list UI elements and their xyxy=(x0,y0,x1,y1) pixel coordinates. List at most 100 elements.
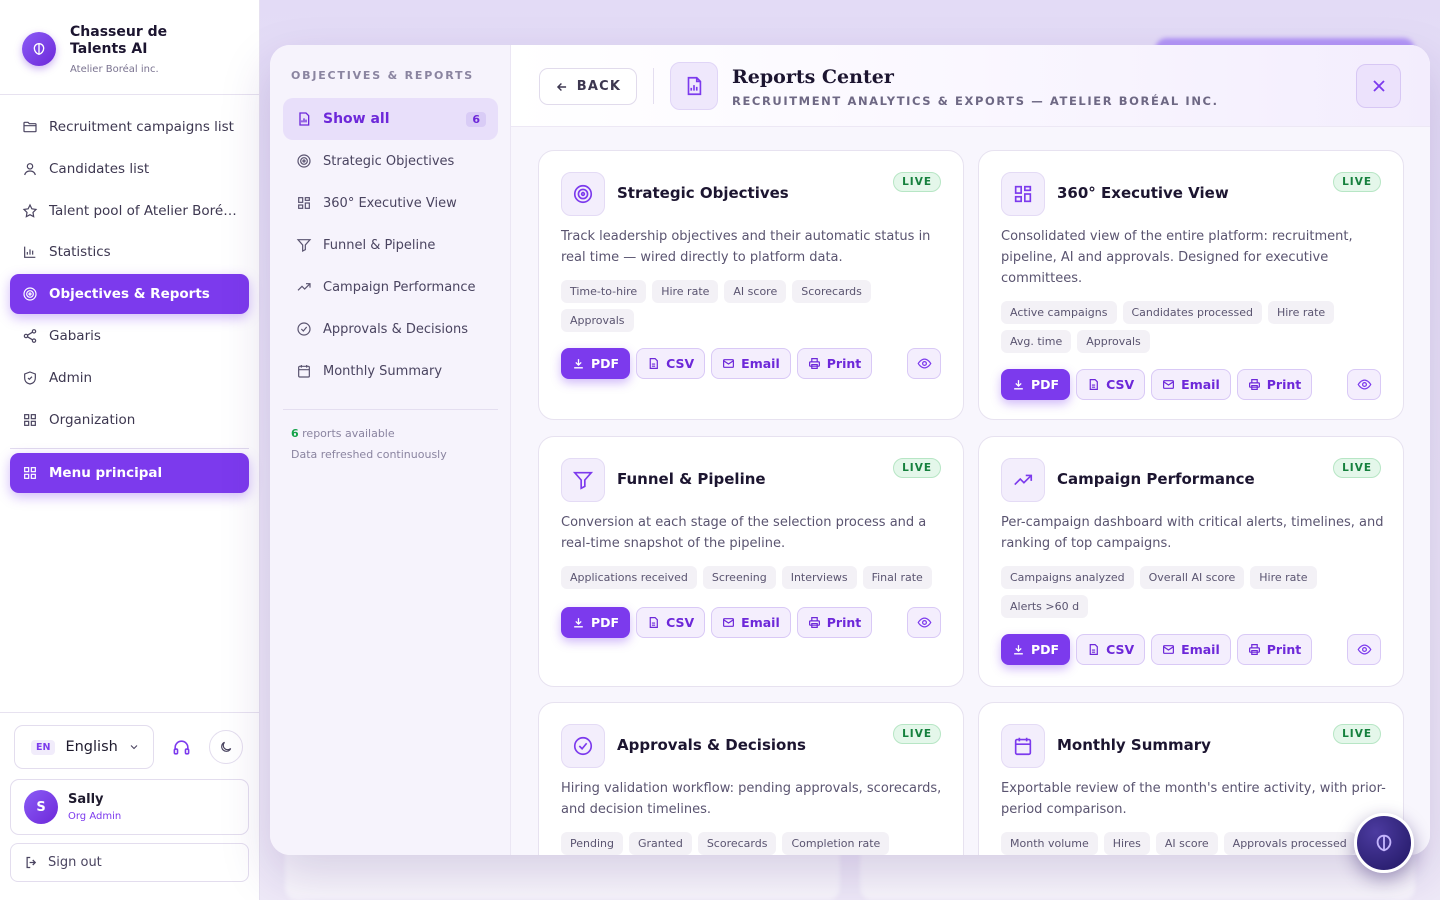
category-approvals-decisions[interactable]: Approvals & Decisions xyxy=(283,308,498,350)
export-pdf-button[interactable]: PDF xyxy=(561,607,631,638)
reports-category-nav: OBJECTIVES & REPORTS Show all 6 Strategi… xyxy=(270,45,511,855)
close-button[interactable] xyxy=(1356,64,1401,108)
pdf-label: PDF xyxy=(591,615,620,630)
category-executive-view[interactable]: 360° Executive View xyxy=(283,182,498,224)
sidebar-item-organization[interactable]: Organization xyxy=(10,400,249,440)
metric-tag: Applications received xyxy=(561,566,697,589)
report-card-monthly-summary: Monthly Summary LIVE Exportable review o… xyxy=(978,702,1404,855)
modal-header: BACK Reports Center RECRUITMENT ANALYTIC… xyxy=(511,45,1430,127)
preview-button[interactable] xyxy=(1347,369,1381,400)
print-button[interactable]: Print xyxy=(796,607,873,638)
brand-title: Chasseur de Talents AI xyxy=(70,24,168,57)
eye-icon xyxy=(917,358,931,369)
sidebar-item-objectives-reports[interactable]: Objectives & Reports xyxy=(10,274,249,315)
card-title: Funnel & Pipeline xyxy=(617,470,766,488)
language-selector[interactable]: EN English xyxy=(14,725,154,769)
card-description: Consolidated view of the entire platform… xyxy=(1001,229,1353,286)
metric-tag: Approvals xyxy=(561,309,634,332)
send-email-button[interactable]: Email xyxy=(711,607,791,638)
arrow-left-icon xyxy=(556,82,566,91)
app-sidebar: Chasseur de Talents AI Atelier Boréal in… xyxy=(0,0,260,900)
metric-tag: Hire rate xyxy=(652,280,719,303)
metric-tag: Candidates processed xyxy=(1122,301,1262,324)
mail-icon xyxy=(723,618,735,627)
export-csv-button[interactable]: CSV xyxy=(636,348,706,379)
send-email-button[interactable]: Email xyxy=(711,348,791,379)
send-email-button[interactable]: Email xyxy=(1151,634,1231,665)
export-pdf-button[interactable]: PDF xyxy=(1001,369,1071,400)
export-pdf-button[interactable]: PDF xyxy=(1001,634,1071,665)
share-icon xyxy=(23,329,37,343)
category-show-all[interactable]: Show all 6 xyxy=(283,98,498,140)
sidebar-item-label: Objectives & Reports xyxy=(49,286,210,303)
sign-out-button[interactable]: Sign out xyxy=(10,843,249,882)
reports-count: 6 xyxy=(291,427,299,440)
dark-mode-toggle[interactable] xyxy=(209,730,243,764)
sidebar-item-candidates[interactable]: Candidates list xyxy=(10,149,249,189)
send-email-button[interactable]: Email xyxy=(1151,369,1231,400)
file-chart-icon xyxy=(299,112,310,126)
sidebar-item-gabaris[interactable]: Gabaris xyxy=(10,316,249,356)
printer-icon xyxy=(1248,379,1260,390)
print-button[interactable]: Print xyxy=(1236,369,1313,400)
sidebar-item-statistics[interactable]: Statistics xyxy=(10,232,249,272)
sidebar-item-recruitment-campaigns[interactable]: Recruitment campaigns list xyxy=(10,107,249,147)
language-label: English xyxy=(65,739,118,755)
card-tags: Pending Granted Scorecards Completion ra… xyxy=(561,832,946,855)
printer-icon xyxy=(808,617,820,628)
email-label: Email xyxy=(1181,642,1220,657)
support-button[interactable] xyxy=(164,730,198,764)
moon-icon xyxy=(221,741,232,752)
sidebar-item-talent-pool[interactable]: Talent pool of Atelier Boré… xyxy=(10,191,249,231)
metric-tag: Scorecards xyxy=(697,832,777,855)
csv-label: CSV xyxy=(1106,642,1135,657)
trending-up-icon xyxy=(297,283,311,291)
download-icon xyxy=(1014,380,1023,390)
user-profile-card[interactable]: S Sally Org Admin xyxy=(10,779,249,835)
sidebar-item-admin[interactable]: Admin xyxy=(10,358,249,398)
metric-tag: Approvals xyxy=(1077,330,1150,353)
main-menu-button[interactable]: Menu principal xyxy=(10,452,249,493)
close-icon xyxy=(1372,80,1385,92)
download-icon xyxy=(1014,645,1023,655)
export-csv-button[interactable]: CSV xyxy=(1076,634,1146,665)
category-strategic-objectives[interactable]: Strategic Objectives xyxy=(283,140,498,182)
live-badge: LIVE xyxy=(893,172,941,192)
csv-label: CSV xyxy=(666,356,695,371)
metric-tag: Avg. time xyxy=(1001,330,1072,353)
user-icon xyxy=(24,162,36,175)
category-campaign-performance[interactable]: Campaign Performance xyxy=(283,266,498,308)
funnel-icon xyxy=(296,239,312,252)
data-refresh-note: Data refreshed continuously xyxy=(291,448,447,461)
shield-icon xyxy=(24,371,36,385)
print-button[interactable]: Print xyxy=(796,348,873,379)
avatar: S xyxy=(24,790,58,824)
back-button[interactable]: BACK xyxy=(539,68,637,105)
category-monthly-summary[interactable]: Monthly Summary xyxy=(283,350,498,392)
star-icon xyxy=(22,203,38,218)
download-icon xyxy=(574,618,583,628)
export-pdf-button[interactable]: PDF xyxy=(561,348,631,379)
category-funnel-pipeline[interactable]: Funnel & Pipeline xyxy=(283,224,498,266)
export-csv-button[interactable]: CSV xyxy=(636,607,706,638)
grid-icon xyxy=(298,197,310,209)
assistant-fab-button[interactable] xyxy=(1354,813,1414,873)
export-csv-button[interactable]: CSV xyxy=(1076,369,1146,400)
file-icon xyxy=(649,358,658,369)
category-label: Funnel & Pipeline xyxy=(323,237,436,253)
live-badge: LIVE xyxy=(1333,172,1381,192)
print-button[interactable]: Print xyxy=(1236,634,1313,665)
preview-button[interactable] xyxy=(907,348,941,379)
metric-tag: Month volume xyxy=(1001,832,1098,855)
sidebar-divider xyxy=(0,94,259,95)
report-card-approvals-decisions: Approvals & Decisions LIVE Hiring valida… xyxy=(538,702,964,855)
preview-button[interactable] xyxy=(1347,634,1381,665)
category-label: Strategic Objectives xyxy=(323,153,455,169)
card-title: Approvals & Decisions xyxy=(617,736,806,754)
email-label: Email xyxy=(741,615,780,630)
pdf-label: PDF xyxy=(591,356,620,371)
download-icon xyxy=(574,359,583,369)
sign-out-label: Sign out xyxy=(48,855,102,870)
preview-button[interactable] xyxy=(907,607,941,638)
trending-up-icon xyxy=(1001,458,1045,502)
